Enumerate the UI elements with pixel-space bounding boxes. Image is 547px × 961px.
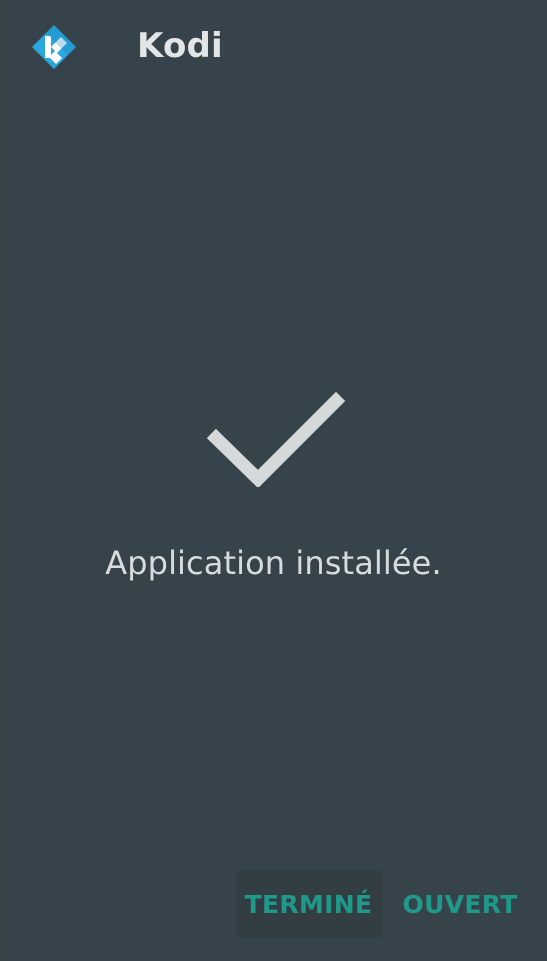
dialog-actions: TERMINÉ OUVERT — [0, 860, 547, 940]
app-title: Kodi — [137, 26, 223, 66]
installation-success-panel: Application installée. — [0, 360, 547, 620]
checkmark-icon — [206, 382, 346, 489]
app-header: Kodi — [0, 0, 547, 96]
installation-status-message: Application installée. — [105, 544, 442, 582]
open-button[interactable]: OUVERT — [397, 870, 523, 938]
kodi-logo-icon — [31, 24, 77, 70]
done-button[interactable]: TERMINÉ — [236, 870, 381, 938]
